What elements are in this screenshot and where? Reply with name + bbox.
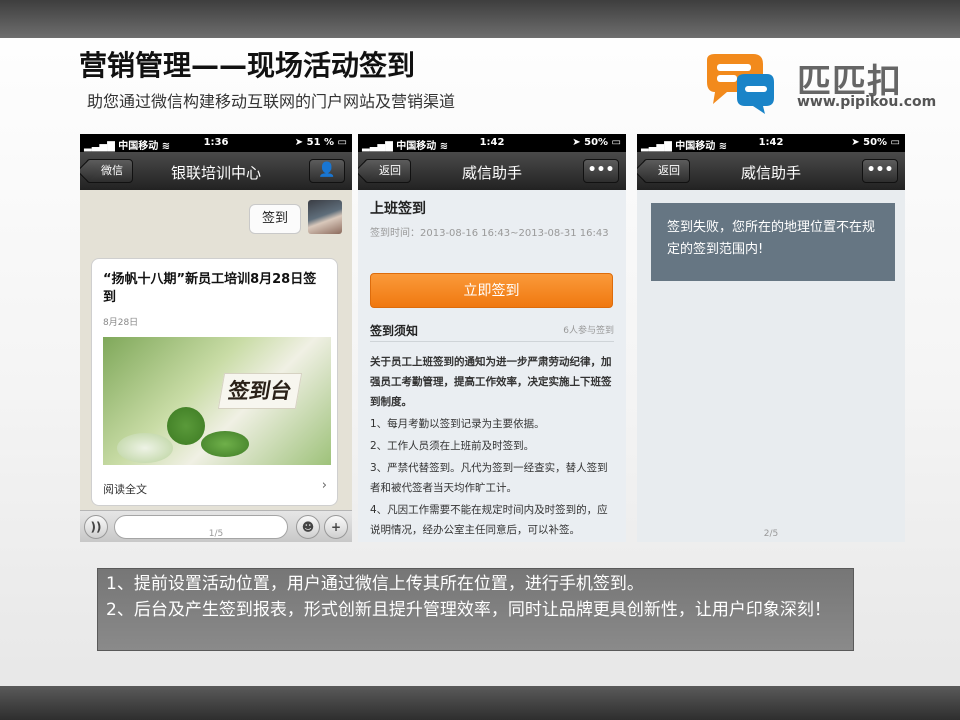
caption-line-2: 2、后台及产生签到报表，形式创新且提升管理效率，同时让品牌更具创新性，让用户印象… [106,600,831,620]
caption-box: 1、提前设置活动位置，用户通过微信上传其所在位置，进行手机签到。 2、后台及产生… [97,568,854,651]
location-icon: ➤ [851,137,864,148]
battery-percent: 51 % [306,137,335,148]
article-image: 签到台 [103,337,331,465]
more-button[interactable]: ••• [583,159,619,183]
rule-item: 3、严禁代替签到。凡代为签到一经查实，替人签到者和被代签者当天均作旷工计。 [370,462,608,494]
location-icon: ➤ [294,137,307,148]
page-title: 营销管理——现场活动签到 [79,49,416,82]
participant-count: 6人参与签到 [563,326,614,336]
rule-item: 4、凡因工作需要不能在规定时间内及时签到的，应说明情况，经办公室主任同意后，可以… [370,504,608,536]
nav-bar: 返回 威信助手 ••• [637,152,905,190]
page-subtitle: 助您通过微信构建移动互联网的门户网站及营销渠道 [87,92,456,111]
phone-screenshot-2: ▂▃▅▇ 中国移动 ≋ 1:42 ➤ 50% ▭ 返回 威信助手 ••• 上班签… [358,134,626,542]
divider [370,341,614,342]
status-bar: ▂▃▅▇ 中国移动 ≋ 1:42 ➤ 50% ▭ [358,134,626,152]
notice-intro: 关于员工上班签到的通知为进一步严肃劳动纪律，加强员工考勤管理，提高工作效率，决定… [370,356,612,408]
battery-icon: ▭ [334,137,347,148]
chat-area: 签到 “扬帆十八期”新员工培训8月28日签到 8月28日 签到台 阅读全文 › [80,190,352,510]
avatar[interactable] [308,200,342,234]
checkin-time-range: 签到时间：2013-08-16 16:43~2013-08-31 16:43 [370,228,609,239]
checkin-failed-message: 签到失败，您所在的地理位置不在规定的签到范围内! [651,203,895,281]
checkin-heading: 上班签到 [370,201,426,217]
result-page: 签到失败，您所在的地理位置不在规定的签到范围内! 2/5 [637,190,905,542]
battery-percent: 50% [584,137,609,148]
chevron-right-icon: › [321,478,327,493]
article-card[interactable]: “扬帆十八期”新员工培训8月28日签到 8月28日 签到台 阅读全文 › [91,258,338,506]
article-title: “扬帆十八期”新员工培训8月28日签到 [103,272,317,305]
battery-percent: 50% [863,137,888,148]
location-icon: ➤ [572,137,585,148]
page-indicator: 1/5 [208,529,224,539]
read-more-link[interactable]: 阅读全文 [103,481,147,497]
status-bar: ▂▃▅▇ 中国移动 ≋ 1:36 ➤ 51 % ▭ [80,134,352,152]
bottom-bar [0,686,960,720]
logo-url: www.pipikou.com [797,94,937,110]
input-bar: )) ☻ + 1/5 [80,510,352,542]
chat-bubble: 签到 [249,204,302,234]
checkin-now-button[interactable]: 立即签到 [370,273,613,308]
nav-bar: 微信 银联培训中心 👤 [80,152,352,190]
battery-icon: ▭ [608,137,621,148]
caption-line-1: 1、提前设置活动位置，用户通过微信上传其所在位置，进行手机签到。 [106,574,644,594]
nav-bar: 返回 威信助手 ••• [358,152,626,190]
more-button[interactable]: ••• [862,159,898,183]
sign-board-text: 签到台 [217,373,303,409]
phone-screenshot-3: ▂▃▅▇ 中国移动 ≋ 1:42 ➤ 50% ▭ 返回 威信助手 ••• 签到失… [637,134,905,542]
profile-button[interactable]: 👤 [309,159,345,183]
article-date: 8月28日 [103,318,139,328]
top-bar [0,0,960,38]
notice-text: 关于员工上班签到的通知为进一步严肃劳动纪律，加强员工考勤管理，提高工作效率，决定… [370,352,614,542]
rule-item: 1、每月考勤以签到记录为主要依据。 [370,418,545,430]
logo: 匹匹扣 www.pipikou.com [697,52,937,118]
page-indicator: 2/5 [763,529,779,539]
phone-screenshot-1: ▂▃▅▇ 中国移动 ≋ 1:36 ➤ 51 % ▭ 微信 银联培训中心 👤 签到… [80,134,352,542]
rule-item: 2、工作人员须在上班前及时签到。 [370,440,535,452]
battery-icon: ▭ [887,137,900,148]
checkin-page: 上班签到 签到时间：2013-08-16 16:43~2013-08-31 16… [358,190,626,542]
pipikou-logo-icon [707,54,774,114]
status-bar: ▂▃▅▇ 中国移动 ≋ 1:42 ➤ 50% ▭ [637,134,905,152]
notice-heading: 签到须知 [370,324,419,338]
person-icon: 👤 [318,162,336,178]
